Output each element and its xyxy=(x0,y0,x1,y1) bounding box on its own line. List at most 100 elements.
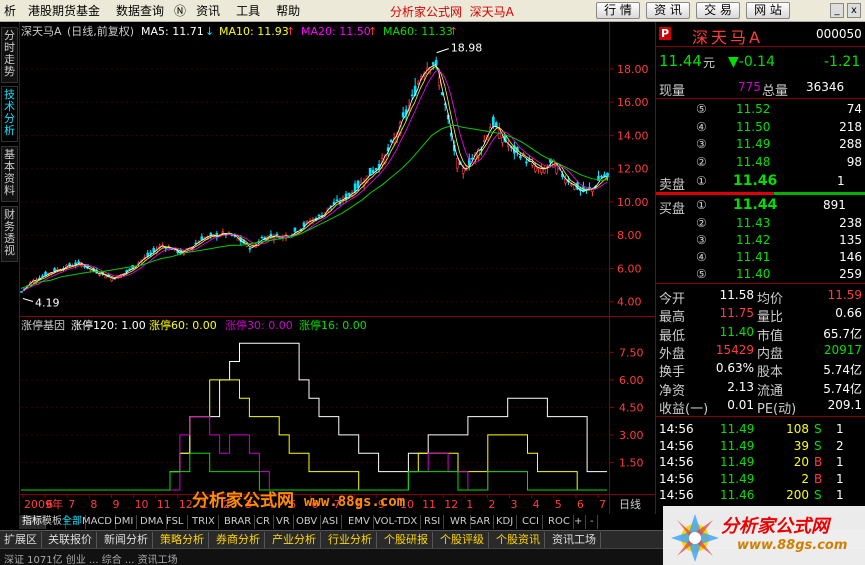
bottom-tab-7[interactable]: 个股研报 xyxy=(380,532,433,548)
tool-item-22[interactable]: - xyxy=(587,515,598,529)
tick-row: 14:56 11.49 20 B 1 xyxy=(656,454,865,472)
tool-item-13[interactable]: EMV xyxy=(345,515,374,529)
bottom-tab-4[interactable]: 券商分析 xyxy=(212,532,265,548)
quote-stock-code: 000050 xyxy=(816,27,862,41)
candle-body xyxy=(209,233,213,236)
low-label: 4.19 xyxy=(35,297,60,310)
candle-body xyxy=(492,116,495,127)
tool-item-7[interactable]: TRIX xyxy=(189,515,219,529)
website-button[interactable]: 网 站 xyxy=(746,2,790,19)
bottom-tab-1[interactable]: 关联报价 xyxy=(44,532,97,548)
tool-item-19[interactable]: CCI xyxy=(519,515,543,529)
candle-body xyxy=(461,168,465,174)
ask-price: 11.49 xyxy=(736,137,771,151)
tool-item-4[interactable]: DMI xyxy=(111,515,138,529)
tool-item-14[interactable]: VOL-TDX xyxy=(371,515,422,529)
bottom-tab-5[interactable]: 产业分析 xyxy=(268,532,321,548)
candle-body xyxy=(543,168,546,174)
ask-price: 11.52 xyxy=(736,102,771,116)
stat-label: 内盘 xyxy=(757,346,784,362)
date-tick-label: 10 xyxy=(135,498,149,511)
candle-body xyxy=(555,165,558,174)
candle-body xyxy=(305,221,309,223)
quotes-button[interactable]: 行 情 xyxy=(596,2,640,19)
tick-time: 14:56 xyxy=(659,422,694,436)
news-button[interactable]: 资 讯 xyxy=(646,2,690,19)
bottom-tab-3[interactable]: 策略分析 xyxy=(156,532,209,548)
tool-item-8[interactable]: BRAR xyxy=(221,515,256,529)
tool-item-20[interactable]: ROC xyxy=(545,515,574,529)
ask-volume: 218 xyxy=(839,119,862,134)
bottom-tab-6[interactable]: 行业分析 xyxy=(324,532,377,548)
stat-label: 最高 xyxy=(659,310,686,326)
stat-label: 今开 xyxy=(659,292,686,307)
bid-price: 11.41 xyxy=(736,250,771,264)
stat-value: 0.01 xyxy=(727,397,754,412)
ask-row: ② 11.48 98 xyxy=(656,154,865,172)
menu-item-data-query[interactable]: 数据查询 xyxy=(108,2,172,19)
bid-price: 11.43 xyxy=(736,216,771,230)
menu-item-tools[interactable]: 工具 xyxy=(228,2,268,19)
stat-value: 0.66 xyxy=(835,306,862,321)
close-button[interactable]: x xyxy=(847,3,861,18)
bottom-tab-0[interactable]: 扩展区 xyxy=(0,532,42,548)
zt30-label: 涨停30: 0.00 xyxy=(225,318,293,332)
date-tick-label: 1 xyxy=(466,498,473,511)
ask-volume: 98 xyxy=(846,154,862,169)
candle-body xyxy=(540,168,543,173)
trade-button[interactable]: 交 易 xyxy=(696,2,740,19)
candle-body xyxy=(275,233,279,236)
tool-item-15[interactable]: RSI xyxy=(421,515,445,529)
tool-item-10[interactable]: VR xyxy=(273,515,294,529)
candle-body xyxy=(534,166,537,172)
indicator-tick-label: 1.50 xyxy=(619,456,644,469)
zt60-label: 涨停60: 0.00 xyxy=(149,318,217,332)
stat-label: 均价 xyxy=(757,292,784,307)
bottom-tab-9[interactable]: 个股资讯 xyxy=(492,532,545,548)
tick-row: 14:56 11.49 39 S 2 xyxy=(656,438,865,456)
divider xyxy=(656,416,865,417)
price-change-pct: -1.21 xyxy=(824,54,861,70)
tool-item-12[interactable]: ASI xyxy=(319,515,343,529)
total-label: 总量 xyxy=(762,84,789,99)
stat-label: 最低 xyxy=(659,328,686,344)
tab-financials[interactable]: 财务透视 xyxy=(1,206,18,262)
tool-item-9[interactable]: CR xyxy=(253,515,274,529)
menu-item[interactable]: 析 xyxy=(0,2,20,19)
bid-volume: 146 xyxy=(839,250,862,264)
candle-body xyxy=(431,62,435,65)
menu-item-hk-futures[interactable]: 港股期货基金 xyxy=(20,2,108,19)
vol-label: 现量 xyxy=(659,84,686,99)
tick-row: 14:56 11.46 200 S 1 xyxy=(656,487,865,505)
bottom-tab-8[interactable]: 个股评级 xyxy=(436,532,489,548)
candle-body xyxy=(248,247,252,250)
tool-item-21[interactable]: + xyxy=(571,515,587,529)
candle-body xyxy=(98,274,101,276)
tab-intraday[interactable]: 分时走势 xyxy=(1,27,18,83)
tool-item-17[interactable]: SAR xyxy=(467,515,495,529)
tab-fundamentals[interactable]: 基本资料 xyxy=(1,146,18,202)
minimize-button[interactable]: _ xyxy=(830,3,844,18)
stat-value: 0.63% xyxy=(715,361,754,376)
ask-volume: 74 xyxy=(846,102,862,116)
tab-technical[interactable]: 技术分析 xyxy=(1,86,18,142)
tool-item-11[interactable]: OBV xyxy=(293,515,322,529)
ma20-arrow-icon: ↑ xyxy=(368,25,377,38)
date-tick-label: 6 xyxy=(46,498,53,511)
stat-value: 15429 xyxy=(715,342,754,357)
logo-emblem-icon xyxy=(671,514,719,562)
candle-body xyxy=(221,231,225,234)
bottom-tab-10[interactable]: 资讯工场 xyxy=(548,532,601,548)
stat-label: 外盘 xyxy=(659,346,686,362)
stat-value: 2.13 xyxy=(727,379,754,394)
logo-url: www.88gs.com xyxy=(737,538,848,553)
tool-item-18[interactable]: KDJ xyxy=(493,515,518,529)
code-badge[interactable]: P xyxy=(659,27,672,40)
tool-item-6[interactable]: FSL xyxy=(163,515,188,529)
ask-price: 11.50 xyxy=(736,119,771,134)
zt120-label: 涨停120: 1.00 xyxy=(71,318,146,332)
bottom-tab-2[interactable]: 新闻分析 xyxy=(100,532,153,548)
chart-area[interactable]: 深天马A (日线,前复权) MA5: 11.71 ↓ MA10: 11.93 ↑… xyxy=(19,22,655,514)
menu-item-news[interactable]: 资讯 xyxy=(188,2,228,19)
menu-item-help[interactable]: 帮助 xyxy=(268,2,308,19)
